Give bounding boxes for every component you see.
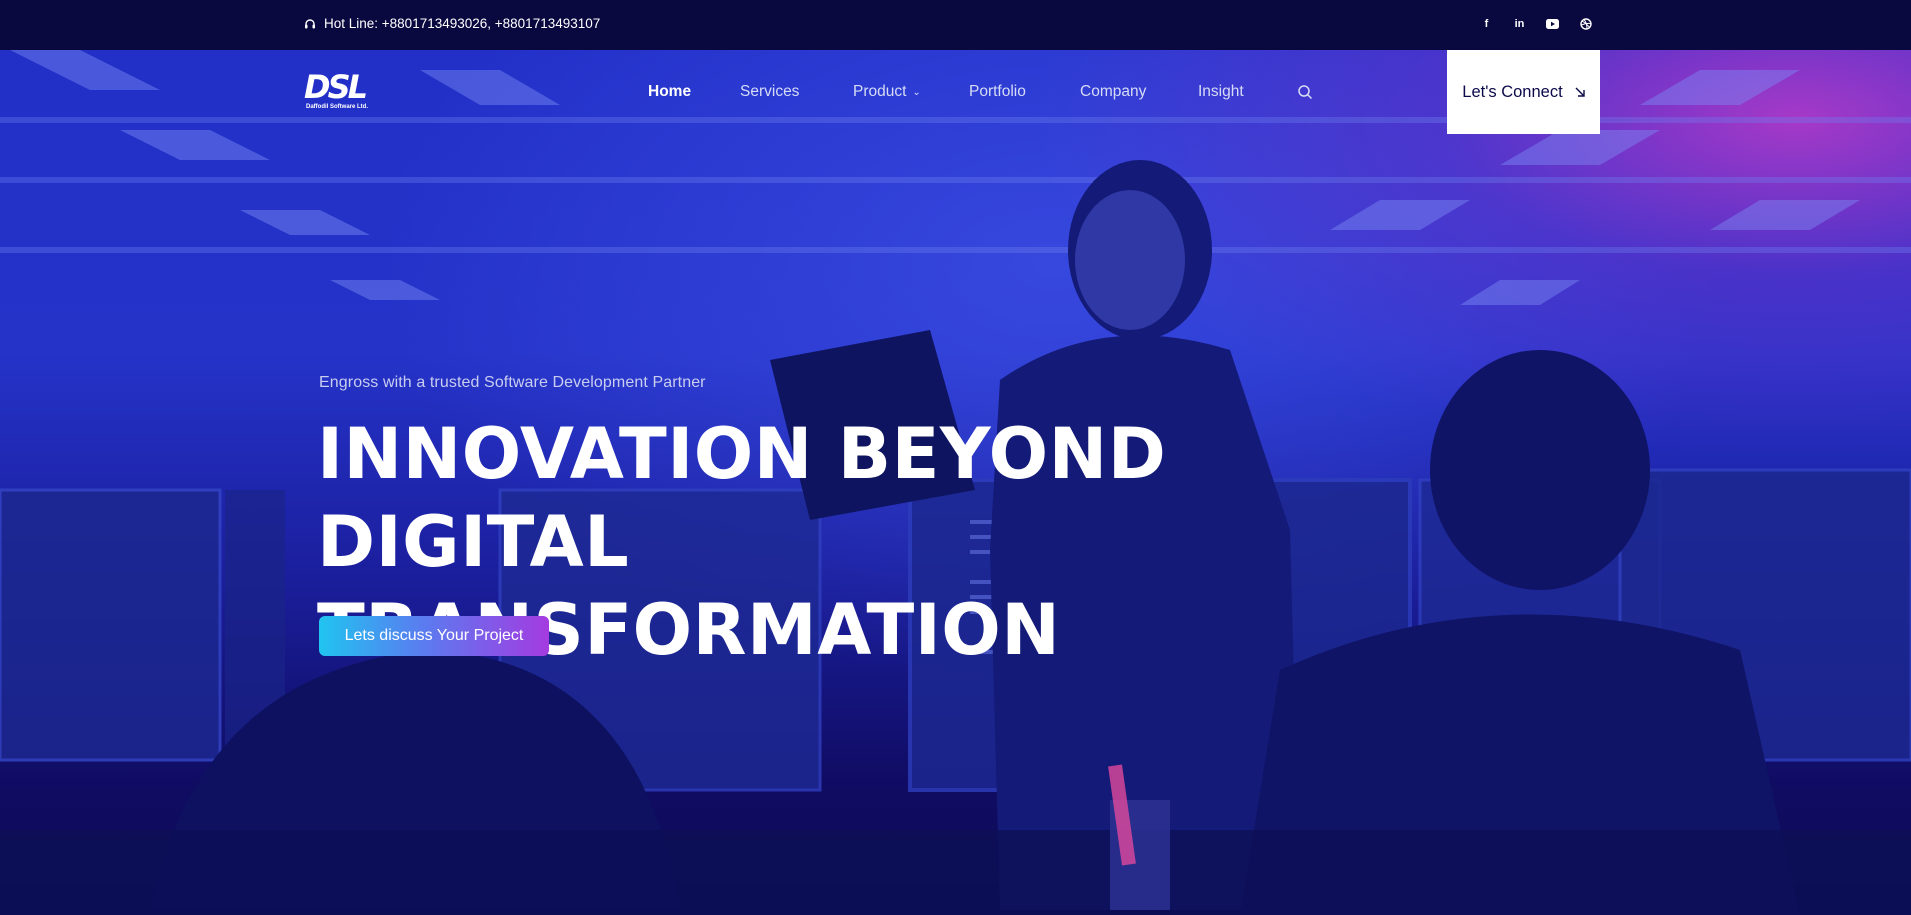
lets-connect-label: Let's Connect	[1462, 82, 1563, 101]
nav-services-label: Services	[740, 83, 800, 100]
nav-portfolio[interactable]: Portfolio	[969, 83, 1026, 101]
discuss-project-button[interactable]: Lets discuss Your Project	[319, 616, 549, 656]
top-bar: Hot Line: +8801713493026, +8801713493107…	[0, 0, 1911, 50]
hotline: Hot Line: +8801713493026, +8801713493107	[304, 16, 600, 31]
search-icon[interactable]	[1297, 84, 1313, 100]
dribbble-icon[interactable]	[1577, 15, 1594, 32]
nav-product[interactable]: Product ⌄	[853, 83, 921, 101]
nav-company[interactable]: Company	[1080, 83, 1146, 101]
nav-home[interactable]: Home	[648, 83, 691, 101]
linkedin-icon[interactable]: in	[1511, 15, 1528, 32]
nav-insight-label: Insight	[1198, 83, 1244, 100]
headline-line-1: INNOVATION BEYOND DIGITAL	[317, 413, 1167, 583]
lets-connect-button[interactable]: Let's Connect	[1447, 50, 1600, 134]
headset-icon	[305, 18, 315, 28]
nav-company-label: Company	[1080, 83, 1147, 100]
nav-insight[interactable]: Insight	[1198, 83, 1244, 101]
hero-tagline: Engross with a trusted Software Developm…	[319, 374, 706, 391]
nav-portfolio-label: Portfolio	[969, 83, 1026, 100]
nav-services[interactable]: Services	[740, 83, 799, 101]
logo-text: Daffodil Software Ltd.	[306, 104, 368, 110]
logo-mark: DSL	[304, 68, 368, 106]
nav-home-label: Home	[648, 83, 692, 100]
hotline-text: Hot Line: +8801713493026, +8801713493107	[324, 16, 601, 31]
nav-product-label: Product	[853, 83, 907, 100]
facebook-icon[interactable]: f	[1478, 15, 1495, 32]
social-links: f in	[1478, 15, 1594, 32]
youtube-icon[interactable]	[1544, 15, 1561, 32]
arrow-down-right-icon	[1575, 87, 1585, 97]
company-logo[interactable]: DSL Daffodil Software Ltd.	[304, 70, 384, 116]
chevron-down-icon: ⌄	[912, 86, 921, 98]
